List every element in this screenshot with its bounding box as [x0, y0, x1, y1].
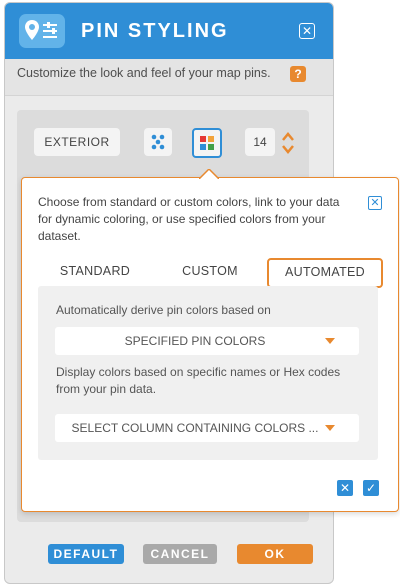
ok-button[interactable]: OK: [237, 544, 313, 564]
help-icon[interactable]: ?: [290, 66, 306, 82]
cancel-button[interactable]: CANCEL: [143, 544, 217, 564]
derive-colors-dropdown[interactable]: SPECIFIED PIN COLORS: [55, 327, 359, 355]
chevron-down-icon: [325, 338, 335, 344]
tab-custom[interactable]: CUSTOM: [155, 258, 265, 284]
color-options-popup: Choose from standard or custom colors, l…: [21, 169, 399, 512]
size-value[interactable]: 14: [245, 128, 275, 156]
color-swatch-button[interactable]: [192, 128, 222, 158]
default-button[interactable]: DEFAULT: [48, 544, 124, 564]
color-column-dropdown[interactable]: SELECT COLUMN CONTAINING COLORS ...: [55, 414, 359, 442]
popup-description: Choose from standard or custom colors, l…: [38, 195, 340, 243]
panel-header: PIN STYLING ✕: [5, 3, 333, 59]
color-column-placeholder: SELECT COLUMN CONTAINING COLORS ...: [71, 421, 319, 435]
pin-settings-logo-icon: [19, 14, 65, 48]
color-grid-icon: [200, 136, 214, 150]
popup-cancel-button[interactable]: ✕: [337, 480, 353, 496]
size-stepper[interactable]: [281, 130, 295, 161]
color-dots-icon: [151, 134, 165, 150]
close-icon[interactable]: ✕: [299, 23, 315, 39]
popup-close-icon[interactable]: ✕: [368, 196, 382, 210]
color-arrange-button[interactable]: [144, 128, 172, 156]
automated-settings-area: Automatically derive pin colors based on…: [38, 286, 378, 460]
stepper-arrows-icon: [282, 132, 294, 154]
derive-label: Automatically derive pin colors based on: [56, 303, 271, 317]
panel-description: Customize the look and feel of your map …: [17, 66, 271, 80]
panel-title: PIN STYLING: [81, 20, 229, 42]
exterior-button[interactable]: EXTERIOR: [34, 128, 120, 156]
tab-standard[interactable]: STANDARD: [40, 258, 150, 284]
derive-selected-value: SPECIFIED PIN COLORS: [124, 334, 266, 348]
popup-confirm-button[interactable]: ✓: [363, 480, 379, 496]
display-colors-label: Display colors based on specific names o…: [56, 365, 341, 396]
tab-automated[interactable]: AUTOMATED: [267, 258, 383, 288]
chevron-down-icon: [325, 425, 335, 431]
popup-pointer: [199, 169, 219, 179]
